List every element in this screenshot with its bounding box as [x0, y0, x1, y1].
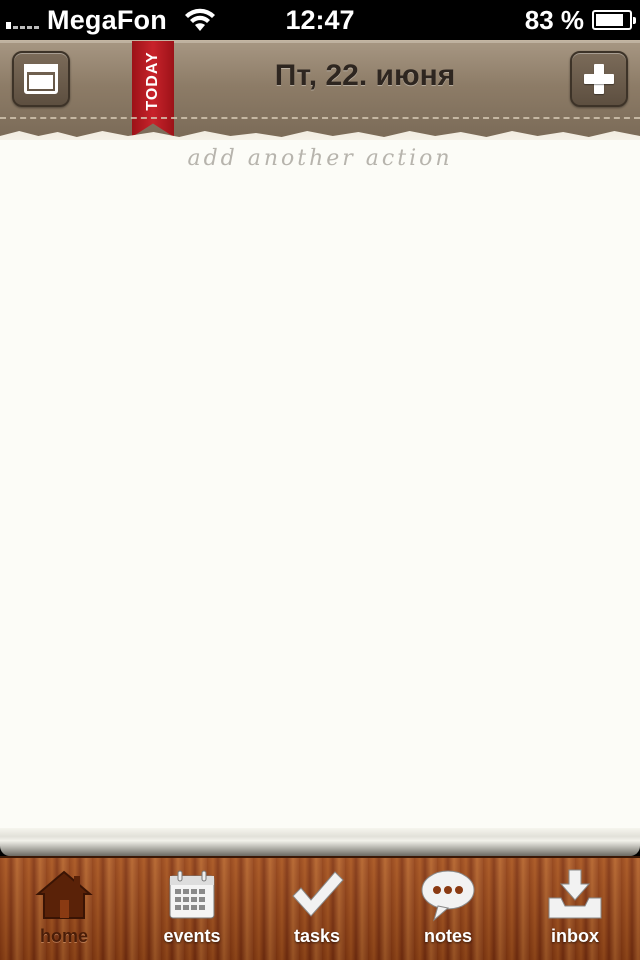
speech-bubble-icon: [421, 870, 475, 922]
inbox-download-icon: [548, 869, 602, 919]
tab-events-label: events: [163, 926, 221, 946]
add-button[interactable]: [570, 51, 628, 107]
date-title: Пт, 22. июня: [274, 59, 456, 92]
tab-events[interactable]: events: [137, 868, 247, 956]
tab-home[interactable]: home: [9, 868, 119, 956]
tab-home-label: home: [39, 926, 88, 946]
tab-tasks-label: tasks: [293, 926, 341, 946]
calendar-button[interactable]: [12, 51, 70, 107]
task-list-area[interactable]: add another action: [0, 140, 640, 840]
tab-tasks[interactable]: tasks: [262, 868, 372, 956]
calendar-icon: [169, 870, 215, 919]
tab-inbox-label: inbox: [551, 926, 599, 946]
battery-icon: [592, 10, 636, 30]
status-bar: MegaFon 12:47 83 %: [0, 0, 640, 40]
header-bar: TODAY Пт, 22. июня: [0, 40, 640, 145]
add-action-placeholder[interactable]: add another action: [0, 146, 640, 171]
tab-notes-label: notes: [423, 926, 472, 946]
tab-bar: home events tasks notes inbox: [0, 856, 640, 960]
tab-notes[interactable]: notes: [393, 868, 503, 956]
battery-percent: 83 %: [524, 4, 584, 35]
plus-icon: [584, 64, 614, 94]
today-ribbon-label: TODAY: [144, 51, 161, 111]
checkmark-icon: [292, 871, 344, 917]
status-right: 83 %: [524, 0, 636, 40]
tab-inbox[interactable]: inbox: [520, 868, 630, 956]
stitch-divider: [0, 117, 640, 119]
today-ribbon[interactable]: TODAY: [132, 41, 174, 137]
home-icon: [35, 870, 93, 919]
paper-stack-edge: [0, 828, 640, 856]
calendar-icon: [24, 64, 58, 94]
